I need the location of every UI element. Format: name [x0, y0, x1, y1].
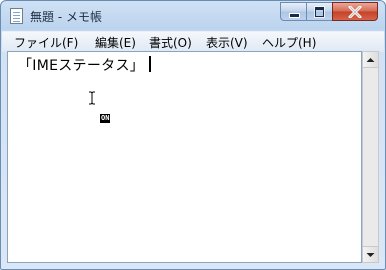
- chevron-down-icon: [366, 253, 375, 257]
- menu-file[interactable]: ファイル(F): [14, 34, 78, 51]
- menu-bar: ファイル(F) 編集(E) 書式(O) 表示(V) ヘルプ(H): [2, 31, 384, 52]
- close-icon: [348, 6, 362, 18]
- notepad-icon[interactable]: [10, 8, 23, 24]
- ime-status-indicator: ON: [100, 114, 111, 123]
- editor-text: 「IMEステータス」: [18, 58, 145, 74]
- title-bar[interactable]: 無題 - メモ帳: [1, 1, 385, 31]
- ibeam-cursor-icon: [89, 91, 95, 105]
- menu-format[interactable]: 書式(O): [149, 34, 192, 51]
- close-button[interactable]: [332, 2, 378, 21]
- maximize-icon: [314, 6, 325, 18]
- text-editor[interactable]: 「IMEステータス」 ON: [7, 51, 362, 263]
- window-title: 無題 - メモ帳: [30, 10, 102, 24]
- minimize-icon: [289, 13, 300, 18]
- maximize-button[interactable]: [306, 2, 333, 21]
- menu-edit[interactable]: 編集(E): [95, 34, 136, 51]
- chevron-up-icon: [366, 58, 375, 62]
- notepad-window: 無題 - メモ帳 ファイル(F) 編集(E) 書式(O) 表示(V) ヘルプ(H…: [0, 0, 386, 270]
- scroll-up-button[interactable]: [363, 52, 378, 68]
- minimize-button[interactable]: [280, 2, 307, 21]
- vertical-scrollbar[interactable]: [362, 51, 379, 263]
- scroll-down-button[interactable]: [363, 246, 378, 262]
- menu-help[interactable]: ヘルプ(H): [262, 34, 316, 51]
- menu-view[interactable]: 表示(V): [206, 34, 248, 51]
- text-caret: [149, 56, 151, 72]
